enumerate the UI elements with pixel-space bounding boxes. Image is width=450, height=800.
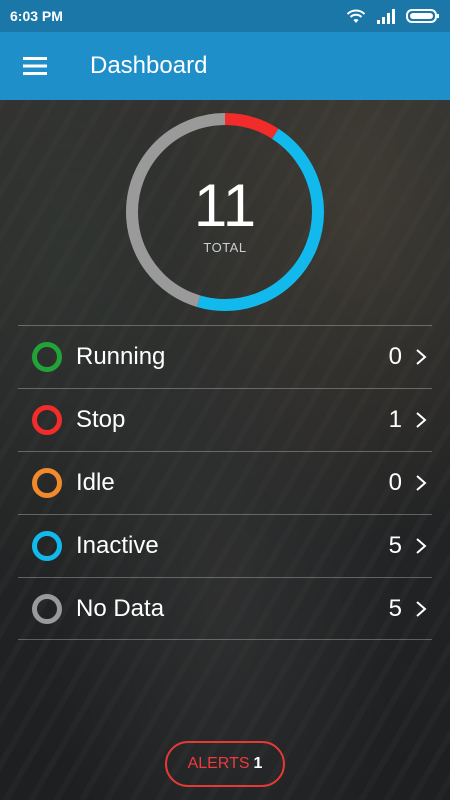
idle-ring-icon (32, 468, 62, 498)
status-row-running[interactable]: Running 0 (18, 325, 432, 388)
status-label: Idle (76, 469, 115, 496)
status-row-inactive[interactable]: Inactive 5 (18, 514, 432, 577)
hamburger-menu-icon (23, 57, 47, 75)
stop-ring-icon (32, 405, 62, 435)
status-label: Running (76, 343, 166, 370)
status-label: Inactive (76, 532, 159, 559)
no-data-ring-icon (32, 593, 62, 624)
chevron-right-icon (416, 412, 427, 428)
alerts-button[interactable]: ALERTS 1 (165, 741, 285, 787)
status-count: 0 (388, 469, 402, 496)
status-count: 0 (388, 343, 402, 370)
donut-center: 11 TOTAL (125, 112, 325, 312)
running-ring-icon (32, 342, 62, 372)
chevron-right-icon (416, 475, 427, 491)
status-label: Stop (76, 406, 126, 433)
menu-button[interactable] (0, 32, 70, 100)
status-count: 1 (388, 406, 402, 433)
inactive-ring-icon (32, 531, 62, 561)
alerts-count: 1 (253, 755, 263, 772)
status-time: 6:03 PM (10, 8, 63, 24)
app-bar: Dashboard (0, 32, 450, 100)
total-count: 11 (193, 171, 257, 239)
wifi-icon (346, 9, 366, 23)
status-list: Running 0 Stop 1 Idle 0 Inactive 5 No Da… (18, 325, 432, 640)
status-bar: 6:03 PM (0, 0, 450, 32)
page-title: Dashboard (90, 52, 208, 79)
status-count: 5 (388, 594, 402, 622)
status-row-idle[interactable]: Idle 0 (18, 451, 432, 514)
total-label: TOTAL (203, 239, 247, 255)
chevron-right-icon (416, 600, 427, 617)
battery-icon (406, 9, 439, 23)
status-row-no-data[interactable]: No Data 5 (18, 577, 432, 640)
status-row-stop[interactable]: Stop 1 (18, 388, 432, 451)
chevron-right-icon (416, 349, 427, 365)
signal-icon (377, 9, 395, 24)
alerts-label: ALERTS (187, 755, 250, 772)
status-label: No Data (76, 594, 165, 622)
chevron-right-icon (416, 538, 427, 554)
status-count: 5 (388, 532, 402, 559)
